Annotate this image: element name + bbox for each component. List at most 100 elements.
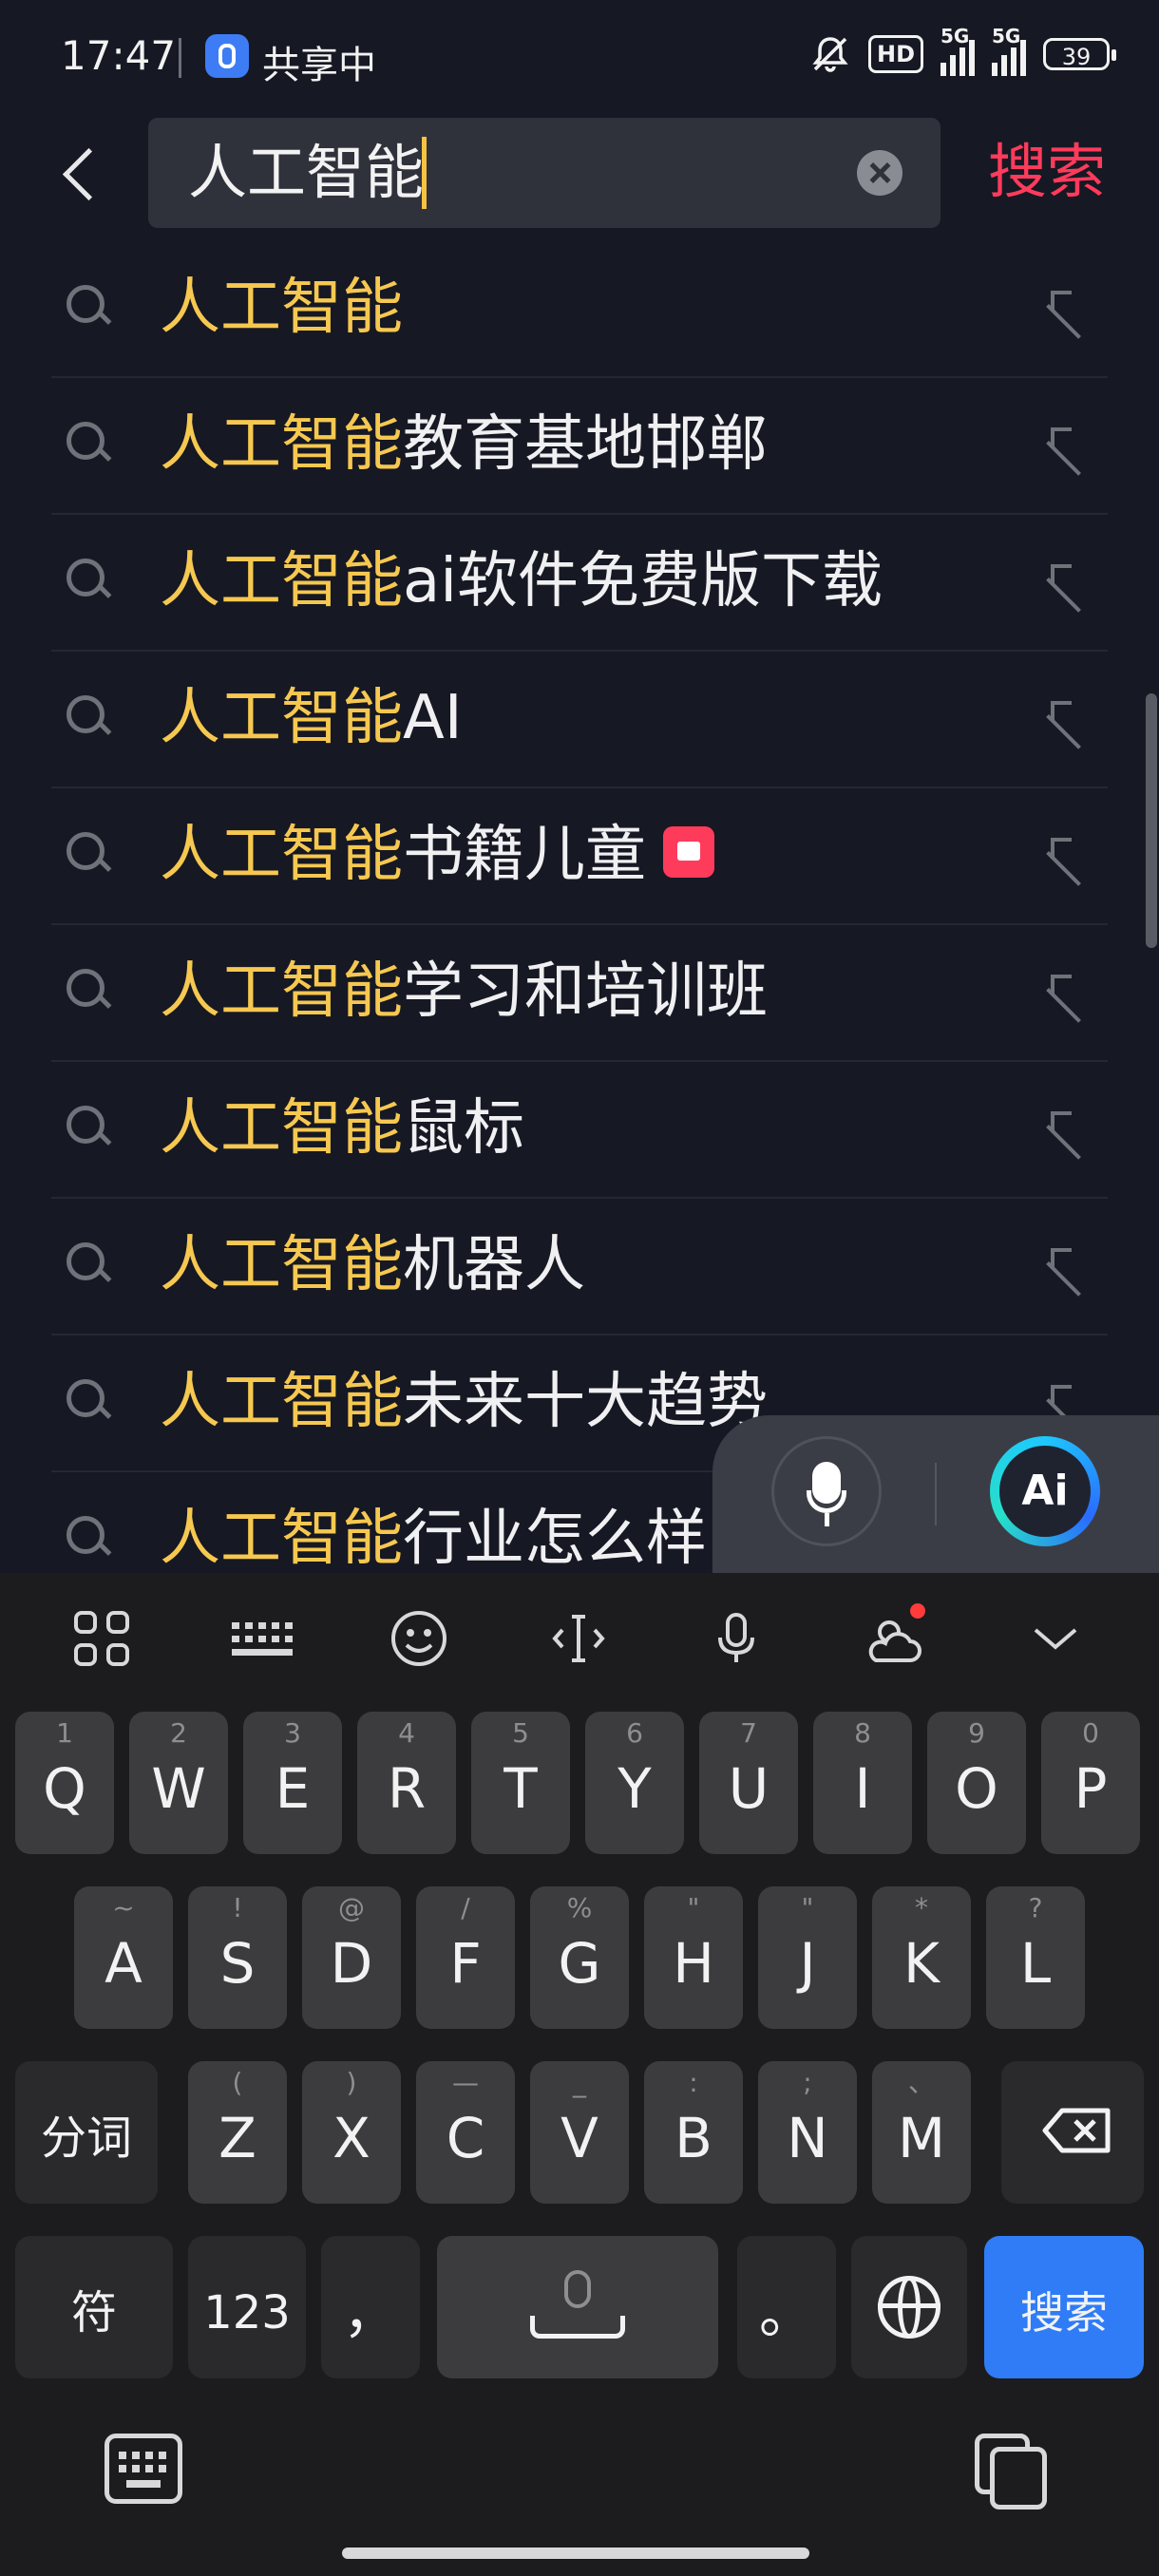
suggestion-item[interactable]: 人工智能鼠标 [51, 1060, 1108, 1199]
key-label: X [332, 2106, 370, 2170]
voice-search-button[interactable] [771, 1436, 882, 1546]
backspace-key[interactable] [1001, 2061, 1144, 2204]
symbols-key[interactable]: 符 [15, 2236, 173, 2378]
key-label: 。 [758, 2281, 814, 2345]
key-j[interactable]: " J [758, 1886, 857, 2029]
key-m[interactable]: 、 M [872, 2061, 971, 2204]
key-secondary-label: ~ [112, 1892, 135, 1923]
screen-share-label: 共享中 [262, 44, 376, 87]
status-divider [179, 38, 181, 78]
clear-icon[interactable] [857, 150, 902, 196]
key-k[interactable]: * K [872, 1886, 971, 2029]
key-w[interactable]: 2W [129, 1712, 228, 1854]
comma-key[interactable]: ， [321, 2236, 420, 2378]
key-g[interactable]: % G [530, 1886, 629, 2029]
suggestion-item[interactable]: 人工智能AI [51, 650, 1108, 788]
key-label: M [897, 2106, 946, 2170]
key-n[interactable]: ; N [758, 2061, 857, 2204]
space-key[interactable] [437, 2236, 718, 2378]
cursor-move-icon[interactable] [545, 1605, 612, 1672]
key-secondary-label: — [452, 2067, 479, 2098]
key-label: Q [43, 1756, 86, 1821]
key-c[interactable]: — C [416, 2061, 515, 2204]
search-icon [66, 1242, 110, 1286]
key-r[interactable]: 4R [357, 1712, 456, 1854]
key-i[interactable]: 8I [813, 1712, 912, 1854]
key-f[interactable]: / F [416, 1886, 515, 2029]
suggestion-text: 人工智能 [160, 272, 403, 344]
key-e[interactable]: 3E [243, 1712, 342, 1854]
key-secondary-label: 3 [284, 1717, 301, 1749]
segment-key[interactable]: 分词 [15, 2061, 158, 2204]
period-key[interactable]: 。 [737, 2236, 836, 2378]
suggestion-rest: ai软件免费版下载 [403, 546, 883, 616]
key-u[interactable]: 7U [699, 1712, 798, 1854]
key-a[interactable]: ~ A [74, 1886, 173, 2029]
scrollbar[interactable] [1146, 693, 1157, 948]
key-secondary-label: 8 [854, 1717, 871, 1749]
key-secondary-label: : [689, 2067, 698, 2098]
key-label: 123 [203, 2286, 291, 2339]
suggestion-item[interactable]: 人工智能ai软件免费版下载 [51, 513, 1108, 652]
enter-search-key[interactable]: 搜索 [984, 2236, 1144, 2378]
key-secondary-label: / [461, 1892, 470, 1923]
switch-keyboard-icon[interactable] [104, 2434, 182, 2504]
search-icon [66, 695, 110, 739]
key-q[interactable]: 1Q [15, 1712, 114, 1854]
key-y[interactable]: 6Y [585, 1712, 684, 1854]
suggestion-item[interactable]: 人工智能教育基地邯郸 [51, 376, 1108, 515]
weather-icon[interactable] [861, 1603, 927, 1672]
key-z[interactable]: (Z [188, 2061, 287, 2204]
fill-query-arrow-icon[interactable] [1047, 287, 1089, 329]
numeric-key[interactable]: 123 [188, 2236, 306, 2378]
suggestion-item[interactable]: 人工智能 [51, 239, 1108, 378]
key-label: O [955, 1756, 998, 1821]
apps-grid-icon[interactable] [68, 1605, 135, 1672]
status-time: 17:47 [61, 32, 177, 79]
key-s[interactable]: ! S [188, 1886, 287, 2029]
key-secondary-label: ; [803, 2067, 812, 2098]
fill-query-arrow-icon[interactable] [1047, 971, 1089, 1013]
search-input[interactable]: 人工智能 [188, 137, 424, 209]
key-l[interactable]: ? L [986, 1886, 1085, 2029]
key-d[interactable]: @ D [302, 1886, 401, 2029]
suggestion-item[interactable]: 人工智能书籍儿童 [51, 786, 1108, 925]
key-t[interactable]: 5T [471, 1712, 570, 1854]
key-label: 分词 [40, 2112, 132, 2165]
key-label: K [902, 1931, 940, 1996]
key-v[interactable]: _ V [530, 2061, 629, 2204]
fill-query-arrow-icon[interactable] [1047, 560, 1089, 602]
fill-query-arrow-icon[interactable] [1047, 1244, 1089, 1286]
search-field[interactable]: 人工智能 [148, 118, 940, 228]
key-o[interactable]: 9O [927, 1712, 1026, 1854]
home-indicator[interactable] [342, 2548, 809, 2559]
key-h[interactable]: " H [644, 1886, 743, 2029]
suggestion-highlight: 人工智能 [160, 957, 403, 1027]
ai-search-button[interactable]: Ai [990, 1436, 1100, 1546]
back-arrow-icon[interactable] [57, 135, 114, 211]
clipboard-icon[interactable] [975, 2434, 1047, 2510]
key-p[interactable]: 0P [1041, 1712, 1140, 1854]
fill-query-arrow-icon[interactable] [1047, 697, 1089, 739]
fill-query-arrow-icon[interactable] [1047, 424, 1089, 465]
key-label: P [1074, 1756, 1108, 1821]
search-icon [66, 422, 110, 465]
emoji-icon[interactable] [386, 1605, 452, 1672]
microphone-stand [807, 1490, 846, 1513]
key-secondary-label: 9 [968, 1717, 985, 1749]
search-button[interactable]: 搜索 [988, 133, 1106, 211]
language-key[interactable] [851, 2236, 967, 2378]
key-x[interactable]: ) X [302, 2061, 401, 2204]
key-label: W [151, 1756, 206, 1821]
search-icon [66, 1379, 110, 1423]
keyboard-layout-icon[interactable] [228, 1605, 294, 1672]
key-b[interactable]: :B [644, 2061, 743, 2204]
collapse-keyboard-icon[interactable] [1022, 1605, 1089, 1672]
voice-input-icon[interactable] [703, 1605, 770, 1672]
suggestion-item[interactable]: 人工智能机器人 [51, 1197, 1108, 1335]
fill-query-arrow-icon[interactable] [1047, 834, 1089, 876]
suggestion-item[interactable]: 人工智能学习和培训班 [51, 923, 1108, 1062]
suggestion-highlight: 人工智能 [160, 546, 403, 616]
suggestion-highlight: 人工智能 [160, 1504, 403, 1571]
fill-query-arrow-icon[interactable] [1047, 1108, 1089, 1149]
